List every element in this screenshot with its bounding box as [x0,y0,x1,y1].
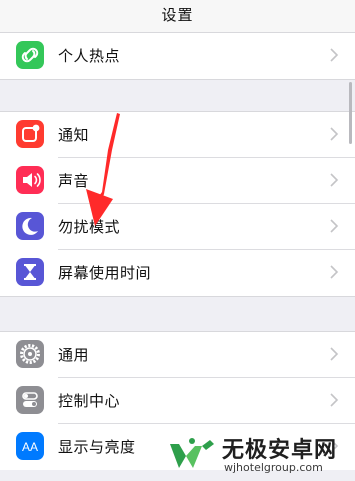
row-label: 勿扰模式 [58,218,121,236]
sounds-icon [16,166,44,194]
row-label: 个人热点 [58,47,121,65]
settings-row-screen-time[interactable]: 屏幕使用时间 [0,250,355,296]
settings-row-control-center[interactable]: 控制中心 [0,378,355,424]
hourglass-icon [16,258,44,286]
notifications-icon [16,120,44,148]
watermark-title: 无极安卓网 [222,438,338,463]
moon-icon [16,212,44,240]
settings-screen: 设置 个人热点 通知 声音 勿扰模式 屏幕使用时间 通用 控制中心 AA 显示与… [0,0,355,481]
hotspot-icon [16,41,44,69]
row-label: 通知 [58,126,90,144]
svg-text:AA: AA [22,440,38,454]
chevron-right-icon [330,219,339,233]
row-label: 声音 [58,172,90,190]
row-label: 控制中心 [58,392,121,410]
navigation-bar: 设置 [0,0,355,32]
settings-row-notifications[interactable]: 通知 [0,112,355,158]
settings-group-network: 个人热点 [0,32,355,80]
settings-row-general[interactable]: 通用 [0,332,355,378]
display-brightness-icon: AA [16,432,44,460]
watermark-logo-icon [170,438,214,468]
chevron-right-icon [330,48,339,62]
scroll-indicator[interactable] [349,82,352,144]
toggles-icon [16,386,44,414]
gear-icon [16,340,44,368]
watermark-url: wjhotelgroup.com [224,461,323,474]
chevron-right-icon [330,173,339,187]
settings-row-personal-hotspot[interactable]: 个人热点 [0,33,355,79]
chevron-right-icon [330,265,339,279]
page-title: 设置 [161,6,194,24]
watermark: 无极安卓网 wjhotelgroup.com [166,430,351,478]
row-label: 通用 [58,346,90,364]
settings-row-sounds[interactable]: 声音 [0,158,355,204]
row-label: 屏幕使用时间 [58,264,152,282]
chevron-right-icon [330,393,339,407]
chevron-right-icon [330,127,339,141]
row-label: 显示与亮度 [58,438,136,456]
settings-group-notifications: 通知 声音 勿扰模式 屏幕使用时间 [0,111,355,297]
settings-row-do-not-disturb[interactable]: 勿扰模式 [0,204,355,250]
chevron-right-icon [330,347,339,361]
